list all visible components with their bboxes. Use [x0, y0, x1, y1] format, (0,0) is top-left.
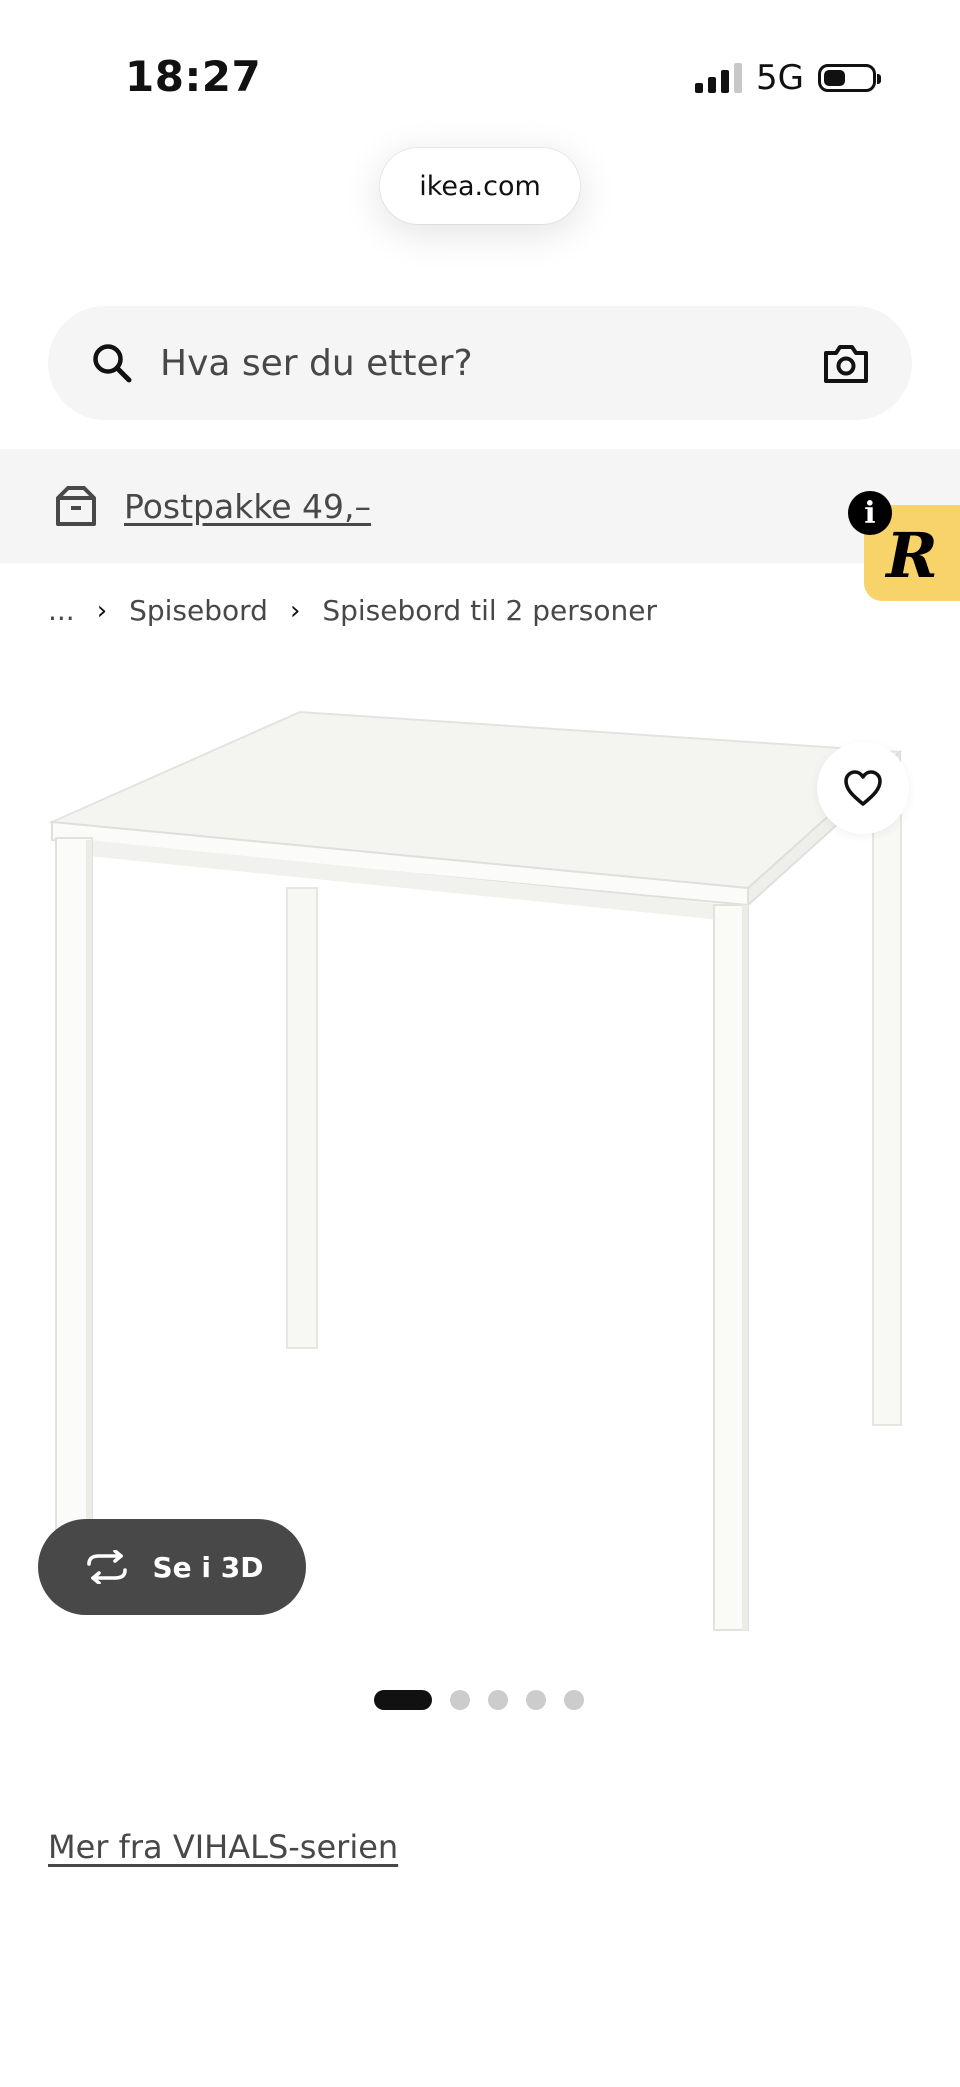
breadcrumb: ... › Spisebord › Spisebord til 2 person…: [48, 594, 657, 627]
carousel-dot-active[interactable]: [374, 1690, 432, 1710]
search-bar[interactable]: [48, 306, 912, 420]
carousel-dot[interactable]: [564, 1690, 584, 1710]
url-bar[interactable]: ikea.com: [380, 148, 580, 224]
status-indicators: 5G: [695, 58, 881, 98]
favorite-button[interactable]: [817, 742, 909, 834]
product-image[interactable]: [0, 680, 960, 1660]
status-time: 18:27: [125, 52, 262, 101]
rotate-3d-icon: [86, 1550, 127, 1584]
view-3d-label: Se i 3D: [152, 1550, 264, 1584]
widget-logo: R: [886, 518, 938, 592]
carousel-dot[interactable]: [488, 1690, 508, 1710]
carousel-dot[interactable]: [526, 1690, 546, 1710]
breadcrumb-item-dining-tables[interactable]: Spisebord: [129, 594, 268, 627]
breadcrumb-ellipsis[interactable]: ...: [48, 594, 75, 627]
info-icon[interactable]: i: [848, 491, 892, 535]
camera-icon[interactable]: [822, 341, 870, 385]
chevron-right-icon: ›: [289, 595, 301, 626]
view-3d-button[interactable]: Se i 3D: [38, 1519, 306, 1615]
battery-icon: [818, 64, 881, 92]
signal-icon: [695, 63, 743, 93]
image-carousel-indicator: [374, 1690, 584, 1710]
carousel-dot[interactable]: [450, 1690, 470, 1710]
search-icon[interactable]: [90, 341, 134, 385]
shipping-link[interactable]: Postpakke 49,–: [124, 487, 371, 526]
heart-icon: [844, 770, 882, 806]
network-label: 5G: [756, 58, 804, 98]
series-link[interactable]: Mer fra VIHALS-serien: [48, 1828, 398, 1866]
search-input[interactable]: [158, 341, 822, 385]
box-icon: [56, 486, 96, 526]
shipping-banner: Postpakke 49,–: [0, 449, 960, 563]
chevron-right-icon: ›: [96, 595, 108, 626]
breadcrumb-item-current[interactable]: Spisebord til 2 personer: [322, 594, 657, 627]
